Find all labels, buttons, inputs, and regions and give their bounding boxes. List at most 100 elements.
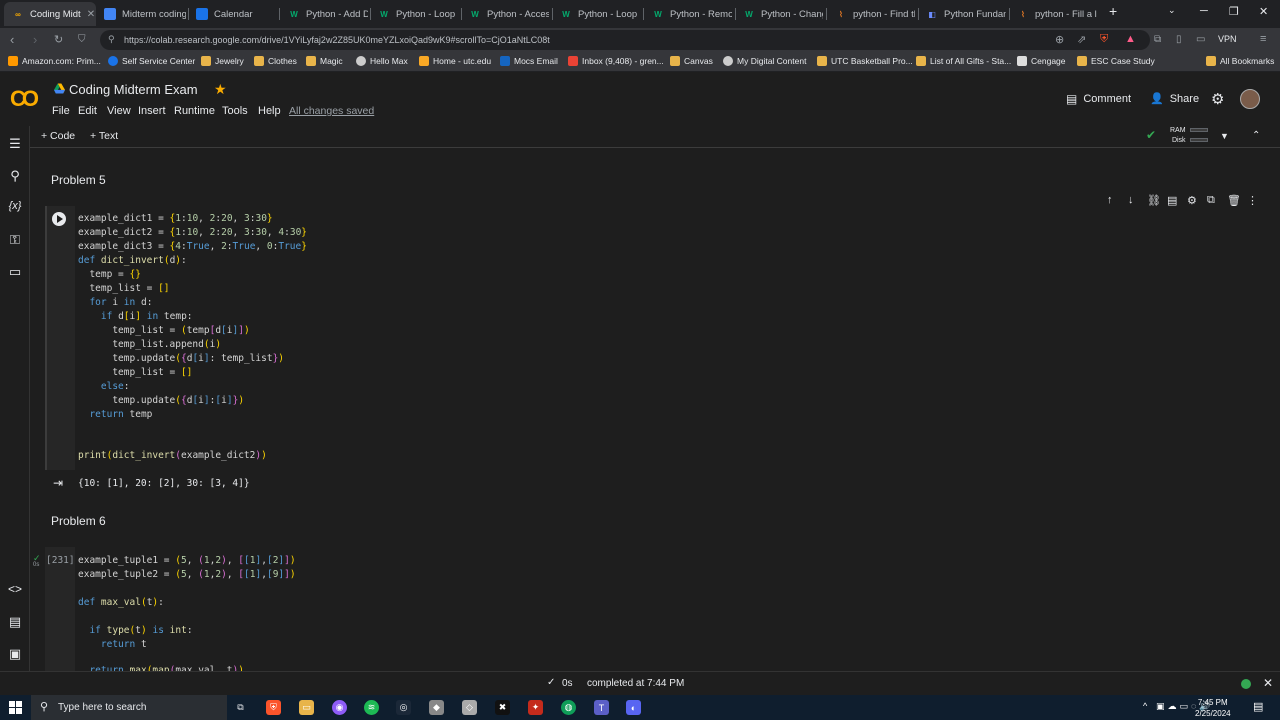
code-line[interactable]: def dict_invert(d): xyxy=(78,255,187,266)
notebook-title[interactable]: Coding Midterm Exam xyxy=(69,82,198,97)
task-view-icon[interactable]: ⧉ xyxy=(233,700,248,715)
notification-icon[interactable]: ▤ xyxy=(1253,700,1263,713)
close-window-button[interactable]: ✕ xyxy=(1259,5,1268,18)
tab-python-remove[interactable]: W Python - Remov xyxy=(652,2,732,26)
output-icon[interactable]: ⇥ xyxy=(53,476,63,490)
code-line[interactable]: temp.update({d[i]: temp_list}) xyxy=(78,353,284,364)
menu-view[interactable]: View xyxy=(107,105,131,117)
app-icon[interactable]: ◆ xyxy=(429,700,444,715)
run-cell-button[interactable] xyxy=(52,212,66,226)
code-line[interactable]: temp = {} xyxy=(78,269,141,280)
more-options-icon[interactable]: ⋮ xyxy=(1247,194,1258,207)
tab-python-access[interactable]: W Python - Access xyxy=(469,2,549,26)
discord-icon[interactable]: ◐ xyxy=(626,700,641,715)
tab-python-change[interactable]: W Python - Change xyxy=(743,2,823,26)
back-icon[interactable]: ‹ xyxy=(10,32,14,47)
code-line[interactable]: if type(t) is int: xyxy=(78,625,192,636)
chrome-icon[interactable]: ◍ xyxy=(561,700,576,715)
bookmark-mocs-email[interactable]: Mocs Email xyxy=(500,56,558,66)
vpn-button[interactable]: VPN xyxy=(1218,34,1237,44)
resource-monitor[interactable]: RAM Disk xyxy=(1170,126,1186,146)
code-line[interactable]: if d[i] in temp: xyxy=(78,311,193,322)
brave-browser-icon[interactable]: ⛨ xyxy=(266,700,281,715)
steam-icon[interactable]: ◎ xyxy=(396,700,411,715)
code-line[interactable]: else: xyxy=(78,381,130,392)
menu-tools[interactable]: Tools xyxy=(222,105,248,117)
bookmark-self-service[interactable]: Self Service Center xyxy=(108,56,195,66)
tab-search-icon[interactable]: ⌄ xyxy=(1168,5,1176,16)
delete-cell-icon[interactable]: 🗑 xyxy=(1227,194,1241,207)
menu-icon[interactable]: ≡ xyxy=(1260,33,1266,45)
variables-icon[interactable]: {x} xyxy=(7,200,23,212)
brave-shield-icon[interactable]: ⛨ xyxy=(1100,33,1108,46)
mirror-cell-icon[interactable]: ⧉ xyxy=(1207,194,1215,207)
forward-icon[interactable]: › xyxy=(33,32,37,47)
site-info-icon[interactable]: ⚲ xyxy=(108,34,115,45)
bookmark-utc-basketball[interactable]: UTC Basketball Pro... xyxy=(817,56,913,66)
reload-icon[interactable]: ↻ xyxy=(54,33,63,46)
tab-python-fill-list[interactable]: ⌇ python - Fill a list xyxy=(1017,2,1097,26)
bookmark-my-digital-content[interactable]: My Digital Content xyxy=(723,56,806,66)
code-line[interactable]: temp_list.append(i) xyxy=(78,339,221,350)
bookmark-page-icon[interactable]: ⛉ xyxy=(78,34,86,45)
address-bar[interactable]: ⚲ https://colab.research.google.com/driv… xyxy=(100,30,1150,50)
comment-button[interactable]: ▤ Comment xyxy=(1066,92,1131,106)
code-line[interactable]: temp_list = [] xyxy=(78,367,192,378)
system-clock[interactable]: 7:45 PM 2/25/2024 xyxy=(1195,697,1231,719)
extensions-icon[interactable]: ⧉ xyxy=(1154,34,1161,45)
bookmark-home-utc[interactable]: Home - utc.edu xyxy=(419,56,491,66)
close-status-icon[interactable]: ✕ xyxy=(1263,676,1273,690)
menu-insert[interactable]: Insert xyxy=(138,105,166,117)
minimize-button[interactable]: ─ xyxy=(1200,5,1208,17)
file-explorer-icon[interactable]: ▭ xyxy=(299,700,314,715)
add-code-button[interactable]: + Code xyxy=(41,130,75,142)
bookmark-gifts[interactable]: List of All Gifts - Sta... xyxy=(916,56,1011,66)
app-icon[interactable]: ◇ xyxy=(462,700,477,715)
code-line[interactable]: return temp xyxy=(78,409,152,420)
bookmark-esc-case-study[interactable]: ESC Case Study xyxy=(1077,56,1155,66)
code-line[interactable]: temp_list = [] xyxy=(78,283,169,294)
bookmark-canvas[interactable]: Canvas xyxy=(670,56,713,66)
code-line[interactable]: example_tuple1 = (5, (1,2), [[1],[2]]) xyxy=(78,555,296,566)
bookmark-hello-max[interactable]: Hello Max xyxy=(356,56,408,66)
taskbar-search[interactable]: ⚲ Type here to search xyxy=(31,695,227,720)
files-folder-icon[interactable]: ▭ xyxy=(7,264,23,280)
teams-icon[interactable]: T xyxy=(594,700,609,715)
code-line[interactable]: example_tuple2 = (5, (1,2), [[1],[9]]) xyxy=(78,569,296,580)
tab-midterm-coding[interactable]: Midterm coding xyxy=(104,2,186,26)
bookmark-magic[interactable]: Magic xyxy=(306,56,343,66)
code-line[interactable]: def max_val(t): xyxy=(78,597,164,608)
code-line[interactable]: print(dict_invert(example_dict2)) xyxy=(78,450,267,461)
bookmark-amazon[interactable]: Amazon.com: Prim... xyxy=(8,56,101,66)
menu-edit[interactable]: Edit xyxy=(78,105,97,117)
close-tab-icon[interactable]: ✕ xyxy=(87,9,95,20)
tray-chevron-icon[interactable]: ^ xyxy=(1143,701,1147,711)
code-line[interactable]: temp_list = (temp[d[i]]) xyxy=(78,325,249,336)
app-icon[interactable]: ✖ xyxy=(495,700,510,715)
link-icon[interactable]: ⛓ xyxy=(1147,194,1161,207)
code-line[interactable]: example_dict1 = {1:10, 2:20, 3:30} xyxy=(78,213,273,224)
secrets-key-icon[interactable]: ⚿ xyxy=(7,232,23,248)
tab-python-fundamentals[interactable]: ◧ Python Fundame xyxy=(926,2,1006,26)
settings-gear-icon[interactable]: ⚙ xyxy=(1211,90,1224,108)
cell-settings-icon[interactable]: ⚙ xyxy=(1187,194,1197,207)
url-text[interactable]: https://colab.research.google.com/drive/… xyxy=(124,35,550,45)
share-button[interactable]: 👤 Share xyxy=(1150,92,1199,106)
code-line[interactable]: example_dict3 = {4:True, 2:True, 0:True} xyxy=(78,241,307,252)
brave-rewards-icon[interactable]: ▲ xyxy=(1125,33,1136,45)
bookmark-inbox[interactable]: Inbox (9,408) - gren... xyxy=(568,56,664,66)
code-snippets-icon[interactable]: <> xyxy=(7,582,23,596)
tab-coding-midterm[interactable]: ∞ Coding Midt ✕ xyxy=(4,2,96,26)
menu-runtime[interactable]: Runtime xyxy=(174,105,215,117)
zoom-icon[interactable]: ⊕ xyxy=(1055,33,1064,46)
move-up-icon[interactable]: ↑ xyxy=(1107,194,1113,206)
menu-help[interactable]: Help xyxy=(258,105,281,117)
wallet-icon[interactable]: ▭ xyxy=(1196,34,1205,45)
tab-python-loop-1[interactable]: W Python - Loop D xyxy=(378,2,458,26)
star-icon[interactable]: ★ xyxy=(214,81,227,98)
avatar[interactable] xyxy=(1240,89,1260,109)
windows-start-icon[interactable] xyxy=(9,701,22,714)
app-icon[interactable]: ✦ xyxy=(528,700,543,715)
colab-logo[interactable]: CO xyxy=(10,86,39,112)
code-line[interactable]: for i in d: xyxy=(78,297,152,308)
